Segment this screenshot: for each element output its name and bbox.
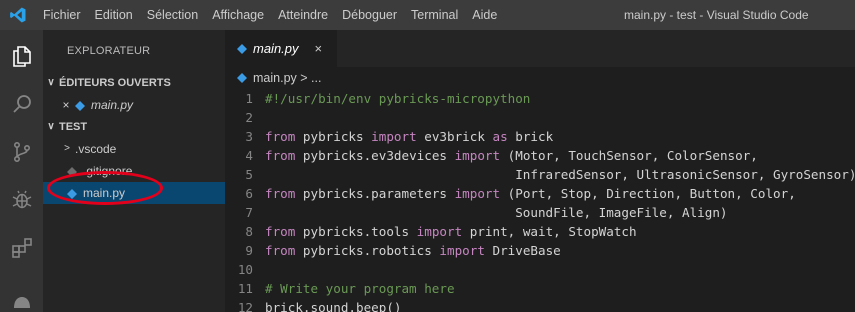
line-number: 10 (237, 262, 253, 277)
code-line[interactable]: 3 from pybricks import ev3brick as brick (225, 127, 855, 146)
menu-terminal[interactable]: Terminal (404, 8, 465, 22)
line-number: 8 (245, 224, 253, 239)
line-number: 2 (245, 110, 253, 125)
code-line[interactable]: 10 (225, 260, 855, 279)
menu-bar: Fichier Edition Sélection Affichage Atte… (36, 8, 504, 22)
open-editor-label: main.py (91, 98, 134, 112)
activity-bar (0, 30, 43, 312)
line-number: 12 (237, 300, 253, 312)
code-text: from pybricks import ev3brick as brick (265, 129, 554, 144)
code-line[interactable]: 12 brick.sound.beep() (225, 298, 855, 312)
code-line[interactable]: 7 SoundFile, ImageFile, Align) (225, 203, 855, 222)
open-editors-label: ÉDITEURS OUVERTS (59, 77, 171, 89)
code-line[interactable]: 8 from pybricks.tools import print, wait,… (225, 222, 855, 241)
line-number: 7 (245, 205, 253, 220)
highlight-ellipse (47, 171, 163, 205)
code-text: #!/usr/bin/env pybricks-micropython (265, 91, 531, 106)
close-icon[interactable]: × (59, 94, 73, 116)
code-text: # Write your program here (265, 281, 455, 296)
python-file-icon (73, 98, 87, 112)
tab-label: main.py (253, 41, 299, 56)
explorer-icon[interactable] (0, 36, 43, 76)
code-editor[interactable]: 1 #!/usr/bin/env pybricks-micropython 2 3 fr… (225, 89, 855, 312)
line-number: 6 (245, 186, 253, 201)
code-line[interactable]: 1 #!/usr/bin/env pybricks-micropython (225, 89, 855, 108)
line-number: 5 (245, 167, 253, 182)
code-text: from pybricks.tools import print, wait, … (265, 224, 637, 239)
menu-selection[interactable]: Sélection (140, 8, 205, 22)
explorer-sidebar: EXPLORATEUR ∨ ÉDITEURS OUVERTS × main.py… (43, 30, 225, 312)
menu-atteindre[interactable]: Atteindre (271, 8, 335, 22)
breadcrumb-path[interactable]: main.py > ... (253, 71, 321, 85)
window-title: main.py - test - Visual Studio Code (624, 8, 809, 22)
tree-item-label: .vscode (75, 142, 117, 156)
title-bar: Fichier Edition Sélection Affichage Atte… (0, 0, 855, 30)
menu-aide[interactable]: Aide (465, 8, 504, 22)
menu-edition[interactable]: Edition (88, 8, 140, 22)
menu-fichier[interactable]: Fichier (36, 8, 88, 22)
chevron-down-icon: ∨ (47, 77, 55, 88)
folder-label: TEST (59, 121, 88, 133)
code-text: SoundFile, ImageFile, Align) (265, 205, 728, 220)
open-editor-item-main-py[interactable]: × main.py (43, 94, 225, 116)
python-file-icon (235, 42, 249, 56)
source-control-icon[interactable] (0, 132, 43, 172)
explorer-title: EXPLORATEUR (67, 45, 151, 57)
close-icon[interactable]: × (315, 41, 323, 56)
code-text: from pybricks.robotics import DriveBase (265, 243, 561, 258)
code-text: from pybricks.parameters import (Port, S… (265, 186, 796, 201)
tab-main-py[interactable]: main.py × (225, 30, 337, 67)
menu-affichage[interactable]: Affichage (205, 8, 271, 22)
editor-tab-bar: main.py × (225, 30, 855, 67)
remote-icon[interactable] (0, 276, 43, 312)
tree-item-vscode[interactable]: > .vscode (43, 138, 225, 160)
debug-icon[interactable] (0, 180, 43, 220)
code-line[interactable]: 5 InfraredSensor, UltrasonicSensor, Gyro… (225, 165, 855, 184)
line-number: 3 (245, 129, 253, 144)
search-icon[interactable] (0, 84, 43, 124)
menu-deboguer[interactable]: Déboguer (335, 8, 404, 22)
chevron-down-icon: ∨ (47, 121, 55, 132)
code-line[interactable]: 4 from pybricks.ev3devices import (Motor,… (225, 146, 855, 165)
open-editors-header[interactable]: ∨ ÉDITEURS OUVERTS (43, 72, 225, 94)
code-text: from pybricks.ev3devices import (Motor, … (265, 148, 758, 163)
code-line[interactable]: 2 (225, 108, 855, 127)
line-number: 11 (237, 281, 253, 296)
extensions-icon[interactable] (0, 228, 43, 268)
line-number: 1 (245, 91, 253, 106)
breadcrumb: main.py > ... (225, 67, 855, 89)
line-number: 4 (245, 148, 253, 163)
chevron-right-icon: > (64, 143, 70, 154)
code-text: InfraredSensor, UltrasonicSensor, GyroSe… (265, 167, 855, 182)
code-text: brick.sound.beep() (265, 300, 402, 312)
code-line[interactable]: 6 from pybricks.parameters import (Port, … (225, 184, 855, 203)
code-line[interactable]: 9 from pybricks.robotics import DriveBase (225, 241, 855, 260)
vscode-logo-icon[interactable] (0, 0, 36, 30)
code-line[interactable]: 11 # Write your program here (225, 279, 855, 298)
line-number: 9 (245, 243, 253, 258)
folder-header-test[interactable]: ∨ TEST (43, 116, 225, 138)
python-file-icon (235, 71, 249, 85)
